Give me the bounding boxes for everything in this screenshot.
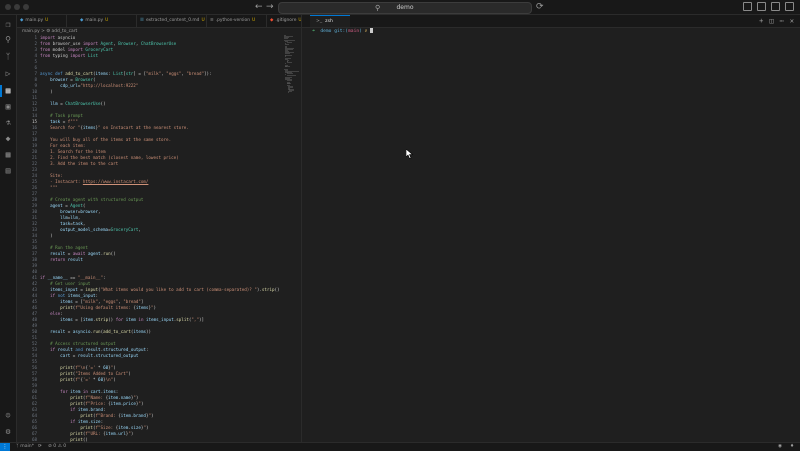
terminal-icon: >_ — [316, 19, 322, 24]
git-file-icon: ◆ — [270, 18, 273, 23]
close-panel-icon[interactable]: ✕ — [790, 17, 794, 25]
breadcrumb[interactable]: main.py > ⚙ add_to_cart — [22, 28, 77, 35]
command-center-search[interactable]: ⚲ demo — [278, 2, 532, 14]
docker-icon[interactable]: ▦ — [4, 151, 12, 159]
search-text: demo — [396, 4, 413, 11]
prompt-dir: demo — [320, 29, 331, 34]
tab-python-version[interactable]: ≡.python-versionU — [207, 15, 267, 27]
search-sidebar-icon[interactable]: ⚲ — [4, 36, 12, 44]
editor-tab-bar: ◆main.pyU ◆main.pyU ☰extracted_content_0… — [17, 15, 307, 28]
minimap-line — [285, 66, 287, 67]
back-arrow-icon[interactable]: ← — [255, 1, 263, 13]
minimap[interactable] — [284, 35, 300, 95]
tab-main-py-2[interactable]: ◆main.pyU — [77, 15, 137, 27]
tab-badge: U — [105, 18, 108, 23]
prompt-branch: main — [348, 29, 359, 34]
toggle-secondary-sidebar-icon[interactable] — [771, 2, 780, 11]
more-actions-icon[interactable]: ⋯ — [780, 17, 784, 25]
minimap-line — [287, 42, 292, 43]
code-editor[interactable]: 1import asyncio2from browser_use import … — [17, 35, 301, 442]
copilot-icon[interactable]: ⟳ — [536, 1, 544, 13]
tab-badge: U — [201, 18, 204, 23]
source-control-icon[interactable]: ᛉ — [4, 53, 12, 61]
mouse-pointer-icon — [406, 149, 414, 159]
minimap-line — [287, 62, 292, 63]
tab-extracted-content[interactable]: ☰extracted_content_0.mdU — [137, 15, 207, 27]
tab-main-py-1[interactable]: ◆main.pyU — [17, 15, 67, 27]
tab-label: main.py — [25, 18, 43, 23]
settings-gear-icon[interactable]: ⚙ — [4, 428, 12, 436]
markdown-file-icon: ☰ — [140, 18, 144, 23]
toggle-panel-icon[interactable] — [757, 2, 766, 11]
layout-controls — [743, 2, 794, 11]
prompt-git-open: git:( — [334, 29, 348, 34]
activity-bar: ❐ ⚲ ᛉ ▷ ▦ ▣ ⚗ ◆ ▦ ▤ ☺ ⚙ — [0, 15, 17, 442]
accounts-icon[interactable]: ☺ — [4, 412, 12, 420]
prompt-arrow: ➜ — [312, 29, 315, 34]
title-bar: ← → ⚲ demo ⟳ — [0, 0, 800, 15]
terminal-cursor — [370, 28, 373, 33]
minimap-line — [284, 38, 288, 39]
close-window-button[interactable] — [5, 4, 11, 10]
minimize-window-button[interactable] — [14, 4, 20, 10]
tab-badge: U — [45, 18, 48, 23]
tab-label: .python-version — [216, 18, 250, 23]
add-terminal-icon[interactable]: + — [759, 17, 763, 25]
python-file-icon: ◆ — [20, 18, 23, 23]
customize-layout-icon[interactable] — [785, 2, 794, 11]
maximize-window-button[interactable] — [23, 4, 29, 10]
split-terminal-icon[interactable]: ◫ — [769, 17, 773, 25]
text-file-icon: ≡ — [210, 18, 214, 23]
warning-count: ⚠ 0 — [58, 444, 67, 449]
explorer-icon[interactable]: ❐ — [4, 21, 12, 29]
python-icon[interactable]: ◆ — [4, 135, 12, 143]
database-icon[interactable]: ▤ — [4, 167, 12, 175]
tab-label: .gitignore — [275, 18, 296, 23]
run-debug-icon[interactable]: ▷ — [4, 70, 12, 78]
active-indicator — [0, 85, 2, 97]
terminal-tab-label: zsh — [325, 19, 333, 24]
error-count: ⊘ 0 — [48, 444, 56, 449]
testing-icon[interactable]: ⚗ — [4, 119, 12, 127]
minimap-line — [285, 55, 292, 56]
prompt-git-close: ) — [359, 29, 362, 34]
search-icon: ⚲ — [375, 3, 380, 13]
python-file-icon: ◆ — [80, 18, 83, 23]
tab-badge: U — [252, 18, 255, 23]
terminal-actions: + ◫ ⋯ ✕ — [759, 17, 794, 25]
toggle-sidebar-icon[interactable] — [743, 2, 752, 11]
terminal-prompt: ➜ demo git:(main) ✗ — [312, 28, 373, 35]
tab-zsh[interactable]: >_zsh — [310, 15, 350, 27]
extensions-icon[interactable]: ▦ — [4, 87, 12, 95]
terminal-tab-bar: >_zsh + ◫ ⋯ ✕ — [302, 15, 800, 28]
forward-arrow-icon[interactable]: → — [266, 1, 274, 13]
terminal-panel[interactable]: ➜ demo git:(main) ✗ — [302, 28, 800, 442]
prompt-dirty-mark: ✗ — [365, 29, 368, 34]
branch-name: main* — [20, 444, 34, 449]
minimap-line — [288, 92, 289, 93]
tab-label: extracted_content_0.md — [146, 18, 200, 23]
remote-explorer-icon[interactable]: ▣ — [4, 103, 12, 111]
tab-label: main.py — [85, 18, 103, 23]
